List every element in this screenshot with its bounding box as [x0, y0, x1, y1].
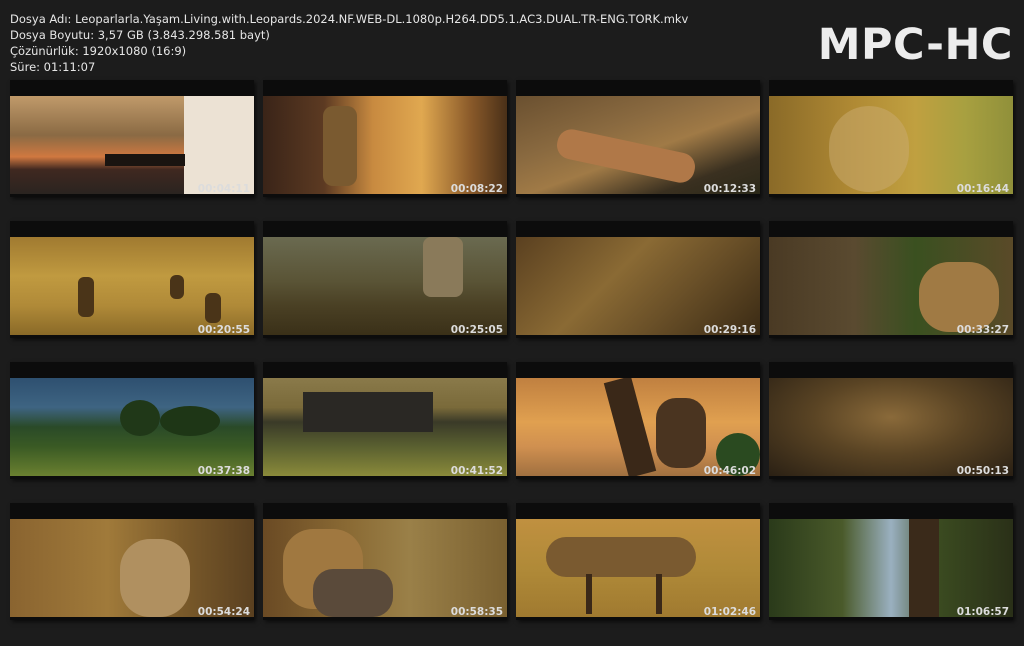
thumbnail[interactable]: 00:25:05	[263, 221, 507, 338]
thumbnail-image	[10, 237, 254, 335]
thumbnail[interactable]: 00:04:11	[10, 80, 254, 197]
timestamp: 00:25:05	[450, 324, 503, 336]
timestamp: 00:08:22	[450, 183, 503, 195]
thumbnail[interactable]: 00:54:24	[10, 503, 254, 620]
thumbnail[interactable]: 00:08:22	[263, 80, 507, 197]
timestamp: 00:29:16	[703, 324, 756, 336]
thumbnail[interactable]: 00:58:35	[263, 503, 507, 620]
timestamp: 00:33:27	[956, 324, 1009, 336]
thumbnail[interactable]: 00:16:44	[769, 80, 1013, 197]
timestamp: 00:04:11	[197, 183, 250, 195]
timestamp: 00:54:24	[197, 606, 250, 618]
timestamp: 00:46:02	[703, 465, 756, 477]
thumbnail-image	[516, 378, 760, 476]
thumbnail-image	[769, 378, 1013, 476]
thumbnail[interactable]: 01:02:46	[516, 503, 760, 620]
thumbnail-image	[263, 237, 507, 335]
thumbnail-image	[10, 96, 254, 194]
thumbnail-image	[769, 237, 1013, 335]
thumbnail-image	[263, 378, 507, 476]
timestamp: 00:37:38	[197, 465, 250, 477]
thumbnail[interactable]: 00:33:27	[769, 221, 1013, 338]
thumbnail[interactable]: 00:12:33	[516, 80, 760, 197]
thumbnail[interactable]: 00:41:52	[263, 362, 507, 479]
thumbnail-image	[10, 378, 254, 476]
thumbnail-image	[516, 237, 760, 335]
thumbnail[interactable]: 00:50:13	[769, 362, 1013, 479]
timestamp: 00:16:44	[956, 183, 1009, 195]
thumbnail[interactable]: 00:29:16	[516, 221, 760, 338]
timestamp: 00:12:33	[703, 183, 756, 195]
thumbnail-image	[769, 519, 1013, 617]
thumbnail[interactable]: 01:06:57	[769, 503, 1013, 620]
thumbnail-grid: 00:04:11 00:08:22 00:12:33 00:16:44 00:2…	[0, 0, 1024, 646]
thumbnail-image	[769, 96, 1013, 194]
thumbnail-image	[516, 96, 760, 194]
thumbnail-image	[263, 96, 507, 194]
timestamp: 00:41:52	[450, 465, 503, 477]
thumbnail-image	[263, 519, 507, 617]
timestamp: 00:58:35	[450, 606, 503, 618]
thumbnail[interactable]: 00:46:02	[516, 362, 760, 479]
thumbnail-image	[516, 519, 760, 617]
timestamp: 00:20:55	[197, 324, 250, 336]
thumbnail[interactable]: 00:20:55	[10, 221, 254, 338]
timestamp: 00:50:13	[956, 465, 1009, 477]
thumbnail-image	[10, 519, 254, 617]
thumbnail[interactable]: 00:37:38	[10, 362, 254, 479]
timestamp: 01:06:57	[956, 606, 1009, 618]
timestamp: 01:02:46	[703, 606, 756, 618]
